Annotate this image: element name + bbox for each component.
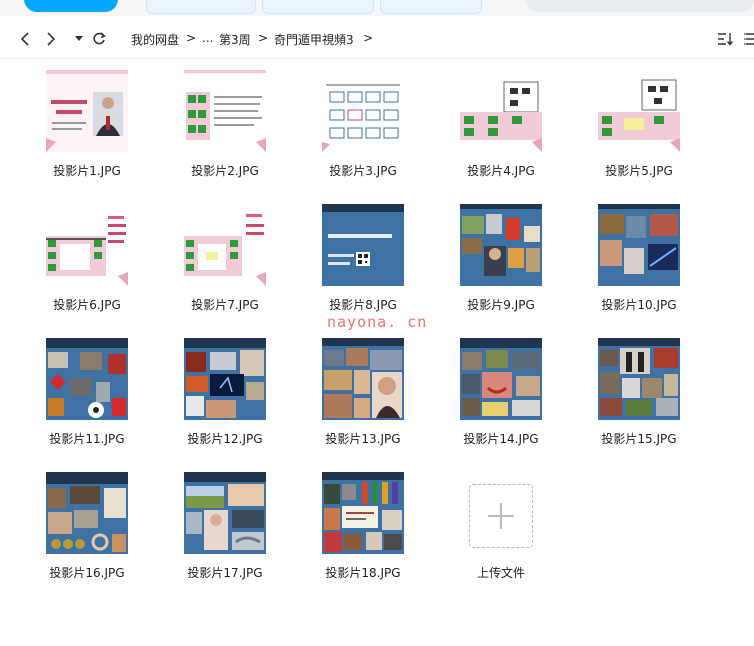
file-name: 投影片10.JPG [601, 298, 677, 312]
breadcrumb-ellipsis[interactable]: ... [202, 31, 213, 45]
file-item[interactable]: 投影片9.JPG [441, 204, 561, 314]
toolbar-divider [0, 58, 754, 59]
slide-thumbnail [46, 338, 128, 420]
watermark: nayona. cn [327, 313, 428, 331]
toolbar-button-1[interactable] [146, 0, 256, 14]
breadcrumb-week[interactable]: 第3周 [219, 31, 251, 48]
file-name: 投影片1.JPG [53, 164, 121, 178]
file-item[interactable]: 投影片11.JPG [27, 338, 147, 448]
slide-thumbnail [322, 338, 404, 420]
upload-file-tile[interactable]: 上传文件 [441, 472, 561, 582]
slide-thumbnail [460, 204, 542, 286]
slide-thumbnail [184, 70, 266, 152]
file-name: 投影片17.JPG [187, 566, 263, 580]
slide-thumbnail [46, 70, 128, 152]
slide-thumbnail [184, 204, 266, 286]
file-item[interactable]: 投影片13.JPG [303, 338, 423, 448]
toolbar-button-3[interactable] [380, 0, 482, 14]
slide-thumbnail [598, 70, 680, 152]
file-name: 投影片8.JPG [329, 298, 397, 312]
breadcrumb-separator: > [363, 31, 374, 45]
slide-thumbnail [598, 338, 680, 420]
file-name: 投影片9.JPG [467, 298, 535, 312]
upload-label: 上传文件 [476, 566, 525, 580]
breadcrumb-root[interactable]: 我的网盘 [131, 31, 179, 48]
file-item[interactable]: 投影片18.JPG [303, 472, 423, 582]
file-name: 投影片13.JPG [325, 432, 401, 446]
file-item[interactable]: 投影片10.JPG [579, 204, 699, 314]
file-item[interactable]: 投影片6.JPG [27, 204, 147, 314]
file-name: 投影片15.JPG [601, 432, 677, 446]
plus-icon [488, 503, 514, 529]
file-name: 投影片11.JPG [49, 432, 125, 446]
breadcrumb-separator: > [186, 31, 197, 45]
slide-thumbnail [322, 204, 404, 286]
slide-thumbnail [46, 204, 128, 286]
forward-arrow-icon[interactable] [42, 30, 60, 48]
refresh-icon[interactable] [90, 30, 108, 48]
upload-primary-button[interactable] [24, 0, 118, 12]
history-dropdown-icon[interactable] [72, 30, 86, 48]
file-item[interactable]: 投影片2.JPG [165, 70, 285, 180]
file-item[interactable]: 投影片17.JPG [165, 472, 285, 582]
upload-box[interactable] [469, 484, 533, 548]
file-name: 投影片5.JPG [605, 164, 673, 178]
file-item[interactable]: 投影片7.JPG [165, 204, 285, 314]
file-name: 投影片12.JPG [187, 432, 263, 446]
file-name: 投影片14.JPG [463, 432, 539, 446]
file-item[interactable]: 投影片3.JPG [303, 70, 423, 180]
slide-thumbnail [184, 472, 266, 554]
file-name: 投影片2.JPG [191, 164, 259, 178]
file-name: 投影片18.JPG [325, 566, 401, 580]
slide-thumbnail [460, 70, 542, 152]
file-item[interactable]: 投影片12.JPG [165, 338, 285, 448]
file-name: 投影片7.JPG [191, 298, 259, 312]
file-item[interactable]: 投影片5.JPG [579, 70, 699, 180]
file-item[interactable]: 投影片1.JPG [27, 70, 147, 180]
top-toolbar [0, 0, 754, 16]
file-name: 投影片3.JPG [329, 164, 397, 178]
slide-thumbnail [46, 472, 128, 554]
slide-thumbnail [322, 472, 404, 554]
breadcrumb-current: 奇門遁甲視頻3 [274, 33, 354, 47]
navigation-bar: 我的网盘 > ... 第3周 > 奇門遁甲視頻3 > [0, 24, 754, 54]
file-name: 投影片6.JPG [53, 298, 121, 312]
slide-thumbnail [322, 70, 404, 152]
slide-thumbnail [460, 338, 542, 420]
search-box[interactable] [526, 0, 754, 12]
file-item[interactable]: 投影片8.JPG [303, 204, 423, 314]
breadcrumb-separator: > [258, 31, 269, 45]
toolbar-button-2[interactable] [262, 0, 374, 14]
file-item[interactable]: 投影片15.JPG [579, 338, 699, 448]
sort-icon[interactable] [716, 30, 734, 48]
view-mode-icon[interactable] [744, 30, 754, 48]
file-name: 投影片4.JPG [467, 164, 535, 178]
slide-thumbnail [598, 204, 680, 286]
file-item[interactable]: 投影片16.JPG [27, 472, 147, 582]
file-item[interactable]: 投影片4.JPG [441, 70, 561, 180]
slide-thumbnail [184, 338, 266, 420]
file-name: 投影片16.JPG [49, 566, 125, 580]
back-arrow-icon[interactable] [16, 30, 34, 48]
file-item[interactable]: 投影片14.JPG [441, 338, 561, 448]
